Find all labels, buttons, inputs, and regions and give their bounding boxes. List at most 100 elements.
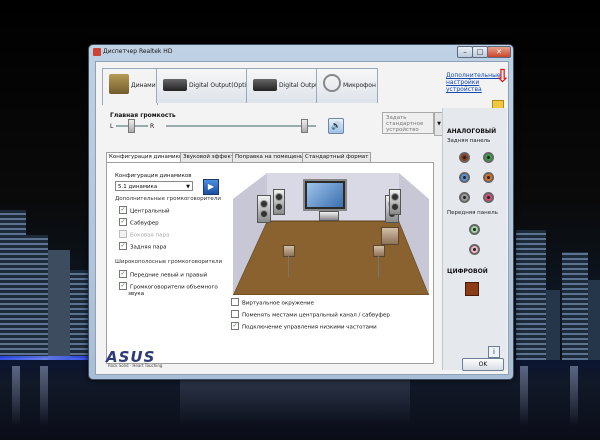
tab-label: Микрофон xyxy=(343,82,376,89)
connector-panel: АНАЛОГОВЫЙ Задняя панель Передняя панель… xyxy=(442,108,507,370)
minimize-button[interactable]: – xyxy=(457,46,473,58)
checkbox-box[interactable]: ✓ xyxy=(119,242,127,250)
checkbox-virtual-surround[interactable]: Виртуальное окружение xyxy=(231,298,314,307)
title-bar[interactable]: Диспетчер Realtek HD – □ ✕ xyxy=(89,45,513,59)
tab-default-format[interactable]: Стандартный формат xyxy=(302,152,372,162)
rear-left-speaker-icon[interactable] xyxy=(283,245,295,257)
tab-room-correction[interactable]: Поправка на помещение xyxy=(232,152,310,162)
checkbox-side-pair: Боковая пара xyxy=(119,230,170,239)
tab-digital-optical[interactable]: Digital Output(Optical) xyxy=(156,68,257,103)
app-icon xyxy=(93,48,101,56)
checkbox-front-lr[interactable]: ✓ Передние левый и правый xyxy=(119,270,208,279)
speaker-room-visual xyxy=(233,169,429,295)
checkbox-box[interactable]: ✓ xyxy=(231,322,239,330)
fullrange-title: Широкополосные громкоговорители xyxy=(115,259,225,265)
jack-green-icon[interactable] xyxy=(483,152,494,163)
window-title: Диспетчер Realtek HD xyxy=(103,48,173,55)
volume-slider-thumb[interactable] xyxy=(301,119,308,133)
front-panel-label: Передняя панель xyxy=(447,210,498,216)
volume-slider-track[interactable] xyxy=(166,125,316,127)
checkbox-surround-label-cont: звука xyxy=(128,291,145,297)
speaker-config-panel: Конфигурация динамиков 5.1 динамика ▼ ▶ … xyxy=(106,162,434,364)
checkbox-box[interactable]: ✓ xyxy=(119,270,127,278)
microphone-icon xyxy=(323,74,341,92)
chevron-down-icon: ▼ xyxy=(186,184,190,190)
analog-title: АНАЛОГОВЫЙ xyxy=(447,128,497,135)
set-default-device-button[interactable]: Задать стандартное устройство xyxy=(382,112,434,134)
close-button[interactable]: ✕ xyxy=(487,46,511,58)
speaker-config-value: 5.1 динамика xyxy=(118,184,158,190)
speaker-stand xyxy=(378,255,379,277)
side-speaker-icon xyxy=(389,189,401,215)
checkbox-label: Боковая пара xyxy=(130,232,170,239)
tab-label: Digital Output xyxy=(279,82,322,89)
extra-speakers-title: Дополнительные громкоговорители xyxy=(115,196,223,202)
checkbox-subwoofer[interactable]: ✓ Сабвуфер xyxy=(119,218,159,227)
arrow-down-icon: ⇩ xyxy=(495,66,511,87)
info-icon[interactable]: i xyxy=(488,346,500,358)
jack-front-green-icon[interactable] xyxy=(469,224,480,235)
checkbox-label: Громкоговорители объемного xyxy=(130,284,218,291)
background-building xyxy=(0,210,26,360)
device-tabs: Динамики Digital Output(Optical) Digital… xyxy=(102,68,422,105)
tab-sound-effect[interactable]: Звуковой эффект xyxy=(180,152,237,162)
checkbox-swap-center-sub[interactable]: Поменять местами центральный канал / саб… xyxy=(231,310,390,319)
subwoofer-icon[interactable] xyxy=(381,227,399,245)
background-building xyxy=(48,250,70,360)
checkbox-label: Передние левый и правый xyxy=(130,272,208,279)
realtek-window: Диспетчер Realtek HD – □ ✕ Динамики Digi… xyxy=(88,44,514,380)
checkbox-center[interactable]: ✓ Центральный xyxy=(119,206,170,215)
background-building xyxy=(546,290,560,360)
checkbox-label: Задняя пара xyxy=(130,244,167,251)
optical-output-icon xyxy=(163,79,187,91)
tab-speakers[interactable]: Динамики xyxy=(102,68,163,105)
checkbox-box xyxy=(119,230,127,238)
checkbox-surround[interactable]: ✓ Громкоговорители объемного xyxy=(119,282,218,291)
checkbox-label: Сабвуфер xyxy=(130,220,159,227)
front-left-speaker-icon[interactable] xyxy=(257,195,271,223)
checkbox-bass-management[interactable]: ✓ Подключение управления низкими частотам… xyxy=(231,322,377,331)
speaker-stand xyxy=(288,255,289,277)
balance-slider-thumb[interactable] xyxy=(128,119,135,133)
tab-digital-output[interactable]: Digital Output xyxy=(246,68,322,103)
center-speaker-icon[interactable] xyxy=(319,211,339,221)
digital-output-icon xyxy=(253,79,277,91)
digital-title: ЦИФРОВОЙ xyxy=(447,268,488,275)
rear-panel-label: Задняя панель xyxy=(447,138,491,144)
digital-connector-icon[interactable] xyxy=(465,282,479,296)
settings-tabs: Конфигурация динамиков Звуковой эффект П… xyxy=(106,152,436,163)
rear-right-speaker-icon[interactable] xyxy=(373,245,385,257)
checkbox-box[interactable]: ✓ xyxy=(119,218,127,226)
background-building xyxy=(70,270,88,360)
checkbox-label: Виртуальное окружение xyxy=(242,300,314,307)
jack-orange-icon[interactable] xyxy=(483,172,494,183)
ok-button[interactable]: OK xyxy=(462,358,504,371)
background-building xyxy=(516,230,546,360)
jack-front-pink-icon[interactable] xyxy=(469,244,480,255)
background-building xyxy=(26,235,48,360)
side-speaker-icon xyxy=(273,189,285,215)
jack-pink-icon[interactable] xyxy=(483,192,494,203)
jack-grey-icon[interactable] xyxy=(459,192,470,203)
checkbox-rear-pair[interactable]: ✓ Задняя пара xyxy=(119,242,167,251)
asus-slogan: Rock Solid · Heart Touching xyxy=(108,363,163,368)
tab-microphone[interactable]: Микрофон xyxy=(316,68,378,103)
background-building xyxy=(588,280,600,360)
window-client: Динамики Digital Output(Optical) Digital… xyxy=(95,61,511,375)
mute-button[interactable]: 🔊 xyxy=(328,118,344,134)
checkbox-box[interactable]: ✓ xyxy=(119,282,127,290)
balance-left-label: L xyxy=(110,123,114,130)
master-volume-label: Главная громкость xyxy=(110,112,176,119)
checkbox-box[interactable]: ✓ xyxy=(119,206,127,214)
checkbox-box[interactable] xyxy=(231,310,239,318)
checkbox-box[interactable] xyxy=(231,298,239,306)
jack-brown-icon[interactable] xyxy=(459,152,470,163)
maximize-button[interactable]: □ xyxy=(472,46,488,58)
checkbox-label: Поменять местами центральный канал / саб… xyxy=(242,312,390,319)
jack-blue-icon[interactable] xyxy=(459,172,470,183)
speaker-config-select[interactable]: 5.1 динамика ▼ xyxy=(115,181,193,191)
balance-right-label: R xyxy=(150,123,155,130)
background-building xyxy=(562,252,588,360)
play-test-button[interactable]: ▶ xyxy=(203,179,219,195)
speaker-config-label: Конфигурация динамиков xyxy=(115,173,192,179)
